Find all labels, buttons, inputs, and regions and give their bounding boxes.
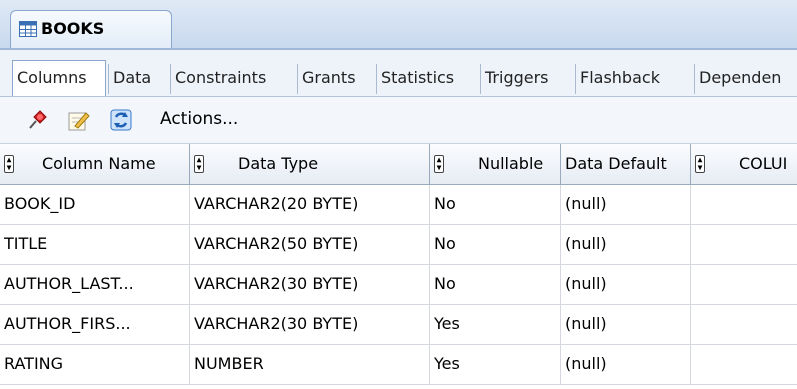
grid-header: ▲ ▼ Column Name ▲ ▼ Data Type ▲ ▼ Nullable …	[0, 144, 797, 185]
tab-constraints[interactable]: Constraints	[170, 64, 270, 94]
cell-nullable: No	[430, 225, 561, 264]
editor-tab-title: BOOKS	[41, 19, 105, 38]
cell-data-type: VARCHAR2(30 BYTE)	[190, 305, 430, 344]
cell-data-default: (null)	[561, 345, 691, 384]
cell-column-id	[691, 225, 797, 264]
table-row[interactable]: AUTHOR_FIRS... VARCHAR2(30 BYTE) Yes (nu…	[0, 305, 797, 345]
tab-data[interactable]: Data	[108, 64, 155, 94]
column-header-column-id[interactable]: ▲ ▼ COLUI	[691, 144, 797, 184]
cell-data-type: VARCHAR2(20 BYTE)	[190, 185, 430, 224]
cell-data-type: NUMBER	[190, 345, 430, 384]
cell-column-name: RATING	[0, 345, 190, 384]
cell-column-id	[691, 265, 797, 304]
table-row[interactable]: RATING NUMBER Yes (null)	[0, 345, 797, 385]
cell-data-type: VARCHAR2(50 BYTE)	[190, 225, 430, 264]
cell-column-id	[691, 305, 797, 344]
cell-data-type: VARCHAR2(30 BYTE)	[190, 265, 430, 304]
tab-columns[interactable]: Columns	[12, 60, 106, 96]
sort-icon[interactable]: ▲ ▼	[4, 155, 14, 173]
edit-icon[interactable]	[66, 107, 92, 133]
column-header-data-type[interactable]: ▲ ▼ Data Type	[190, 144, 430, 184]
toolbar: Actions...	[0, 97, 797, 144]
actions-menu[interactable]: Actions...	[160, 109, 238, 129]
cell-data-default: (null)	[561, 305, 691, 344]
cell-data-default: (null)	[561, 225, 691, 264]
column-header-nullable[interactable]: ▲ ▼ Nullable	[430, 144, 561, 184]
cell-data-default: (null)	[561, 265, 691, 304]
cell-column-name: BOOK_ID	[0, 185, 190, 224]
cell-column-id	[691, 345, 797, 384]
tab-dependencies[interactable]: Dependen	[694, 64, 797, 94]
sort-icon[interactable]: ▲ ▼	[194, 155, 204, 173]
cell-nullable: Yes	[430, 305, 561, 344]
refresh-icon[interactable]	[108, 107, 134, 133]
sort-icon[interactable]: ▲ ▼	[695, 155, 705, 173]
tab-grants[interactable]: Grants	[297, 64, 360, 94]
cell-data-default: (null)	[561, 185, 691, 224]
column-header-data-default[interactable]: Data Default	[561, 144, 691, 184]
editor-tab-books[interactable]: BOOKS	[10, 10, 172, 48]
cell-nullable: Yes	[430, 345, 561, 384]
editor-tab-strip: BOOKS	[0, 0, 797, 50]
cell-nullable: No	[430, 185, 561, 224]
cell-column-name: AUTHOR_LAST...	[0, 265, 190, 304]
table-icon	[19, 21, 37, 37]
cell-nullable: No	[430, 265, 561, 304]
column-header-column-name[interactable]: ▲ ▼ Column Name	[0, 144, 190, 184]
tab-triggers[interactable]: Triggers	[480, 64, 553, 94]
cell-column-name: TITLE	[0, 225, 190, 264]
object-subtabs: Columns Data Constraints Grants Statisti…	[0, 50, 797, 97]
sort-icon[interactable]: ▲ ▼	[434, 155, 444, 173]
cell-column-name: AUTHOR_FIRS...	[0, 305, 190, 344]
tab-flashback[interactable]: Flashback	[575, 64, 664, 94]
table-row[interactable]: BOOK_ID VARCHAR2(20 BYTE) No (null)	[0, 185, 797, 225]
tab-statistics[interactable]: Statistics	[376, 64, 458, 94]
table-row[interactable]: TITLE VARCHAR2(50 BYTE) No (null)	[0, 225, 797, 265]
pin-icon[interactable]	[24, 107, 50, 133]
table-row[interactable]: AUTHOR_LAST... VARCHAR2(30 BYTE) No (nul…	[0, 265, 797, 305]
cell-column-id	[691, 185, 797, 224]
